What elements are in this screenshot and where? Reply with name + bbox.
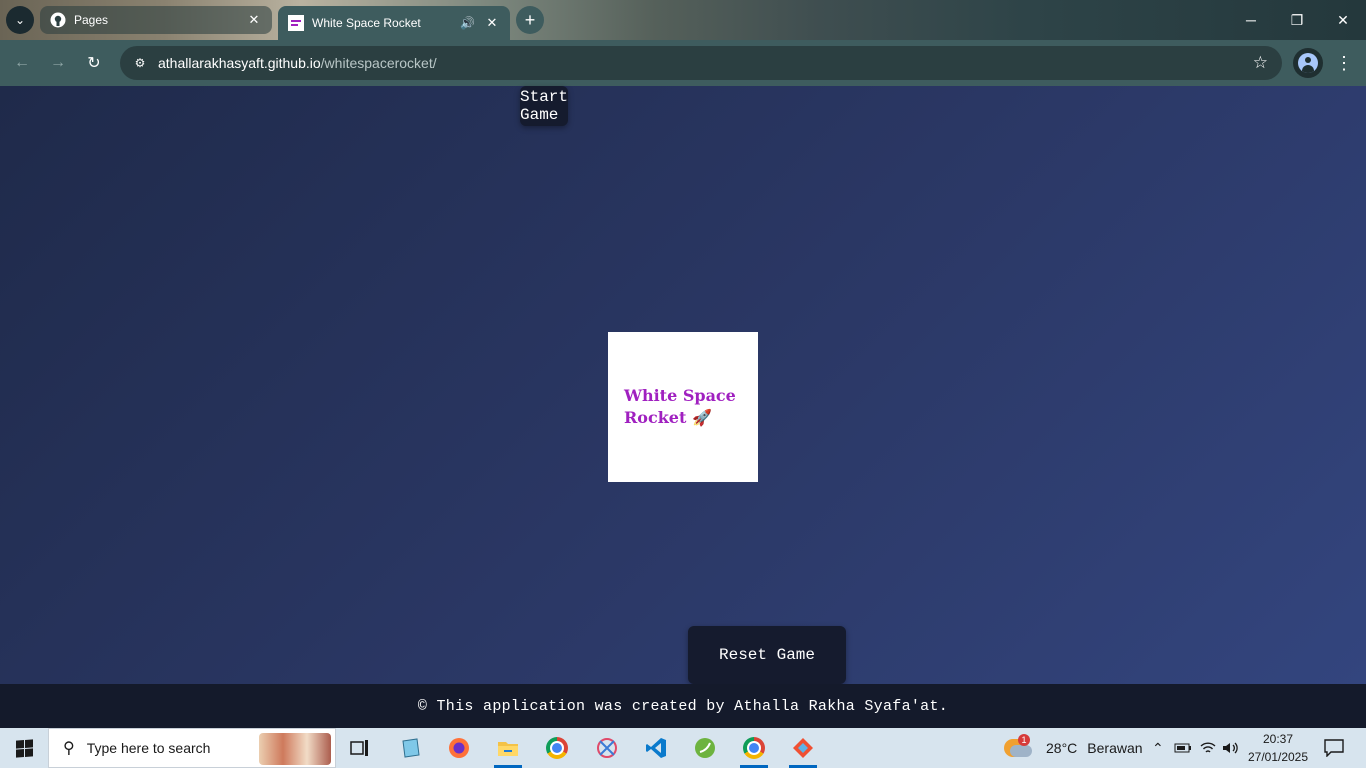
start-game-button[interactable]: Start Game	[520, 86, 568, 126]
start-button[interactable]	[0, 728, 48, 768]
address-bar[interactable]: ⚙ athallarakhasyaft.github.io/whitespace…	[120, 46, 1282, 80]
file-explorer-icon[interactable]	[488, 732, 528, 768]
clock-date: 27/01/2025	[1247, 750, 1309, 764]
minimize-icon: ─	[1246, 12, 1256, 28]
bookmark-star-icon[interactable]: ☆	[1253, 53, 1268, 73]
url-text[interactable]: athallarakhasyaft.github.io/whitespacero…	[158, 55, 437, 71]
taskbar-search[interactable]: ⚲ Type here to search	[48, 728, 336, 768]
notepad-icon[interactable]	[390, 732, 430, 764]
close-icon: ✕	[1337, 11, 1349, 28]
close-icon[interactable]: ✕	[246, 12, 262, 28]
clock[interactable]: 20:37 27/01/2025	[1244, 730, 1312, 766]
profile-button[interactable]	[1293, 48, 1323, 78]
search-placeholder: Type here to search	[86, 740, 211, 756]
game-page: White Space Rocket 🚀 Start Game Reset Ga…	[0, 86, 1366, 684]
speaker-icon[interactable]: 🔊	[460, 16, 478, 30]
tab-pages[interactable]: Pages ✕	[40, 6, 272, 34]
url-host: athallarakhasyaft.github.io	[158, 55, 321, 71]
browser-toolbar: ← → ↻ ⚙ athallarakhasyaft.github.io/whit…	[0, 40, 1366, 86]
chrome-menu-button[interactable]: ⋮	[1332, 49, 1356, 77]
tab-strip: ⌄ Pages ✕ White Space Rocket 🔊 ✕ + ─ ❐ ✕	[0, 0, 1366, 40]
avatar-icon	[1298, 53, 1318, 73]
battery-icon[interactable]	[1174, 728, 1192, 768]
close-window-button[interactable]: ✕	[1320, 0, 1366, 40]
windows-logo-icon	[15, 738, 33, 758]
site-info-icon[interactable]: ⚙	[128, 51, 152, 75]
clock-time: 20:37	[1262, 732, 1294, 746]
search-icon: ⚲	[63, 740, 75, 757]
reload-button[interactable]: ↻	[80, 49, 108, 77]
tab-title: White Space Rocket	[312, 16, 421, 30]
notification-center-button[interactable]	[1322, 736, 1346, 760]
back-button[interactable]: ←	[8, 49, 36, 77]
game-logo: White Space Rocket 🚀	[608, 332, 758, 482]
volume-icon[interactable]	[1222, 728, 1240, 768]
weather-badge: 1	[1018, 734, 1030, 746]
page-footer: © This application was created by Athall…	[0, 684, 1366, 728]
snipping-tool-icon[interactable]	[587, 732, 627, 764]
logo-line-2: Rocket 🚀	[624, 408, 712, 427]
url-path: /whitespacerocket/	[320, 55, 437, 71]
git-kraken-icon[interactable]	[783, 732, 823, 768]
more-vert-icon: ⋮	[1335, 52, 1353, 73]
close-icon[interactable]: ✕	[484, 15, 500, 31]
restore-button[interactable]: ❐	[1274, 0, 1320, 40]
arrow-right-icon: →	[50, 54, 66, 71]
reload-icon: ↻	[87, 55, 101, 72]
weather-desc: Berawan	[1087, 740, 1143, 756]
github-icon	[50, 12, 66, 28]
reset-game-button[interactable]: Reset Game	[688, 626, 846, 684]
new-tab-button[interactable]: +	[516, 6, 544, 34]
vscode-icon[interactable]	[636, 732, 676, 764]
restore-icon: ❐	[1290, 11, 1304, 28]
logo-line-1: White Space	[624, 386, 736, 405]
tab-title: Pages	[74, 13, 109, 27]
chrome-icon[interactable]	[537, 732, 577, 764]
firefox-icon[interactable]	[439, 732, 479, 764]
windows-taskbar: ⚲ Type here to search 28°C Berawan 1 ⌃ 2…	[0, 728, 1366, 768]
tab-white-space-rocket[interactable]: White Space Rocket 🔊 ✕	[278, 6, 510, 40]
search-highlight-image	[259, 733, 331, 765]
chevron-down-icon: ⌄	[14, 13, 26, 27]
wifi-icon[interactable]	[1200, 728, 1216, 768]
arrow-left-icon: ←	[14, 54, 30, 71]
plus-icon: +	[524, 9, 536, 30]
task-view-icon[interactable]	[340, 732, 380, 764]
weather-temp: 28°C	[1046, 740, 1078, 756]
chrome-active-icon[interactable]	[734, 732, 774, 768]
site-favicon-icon	[288, 15, 304, 31]
spring-tool-icon[interactable]	[685, 732, 725, 764]
tab-search-button[interactable]: ⌄	[6, 6, 34, 34]
minimize-button[interactable]: ─	[1228, 0, 1274, 40]
show-hidden-icons-icon[interactable]: ⌃	[1152, 728, 1164, 768]
forward-button[interactable]: →	[44, 49, 72, 77]
